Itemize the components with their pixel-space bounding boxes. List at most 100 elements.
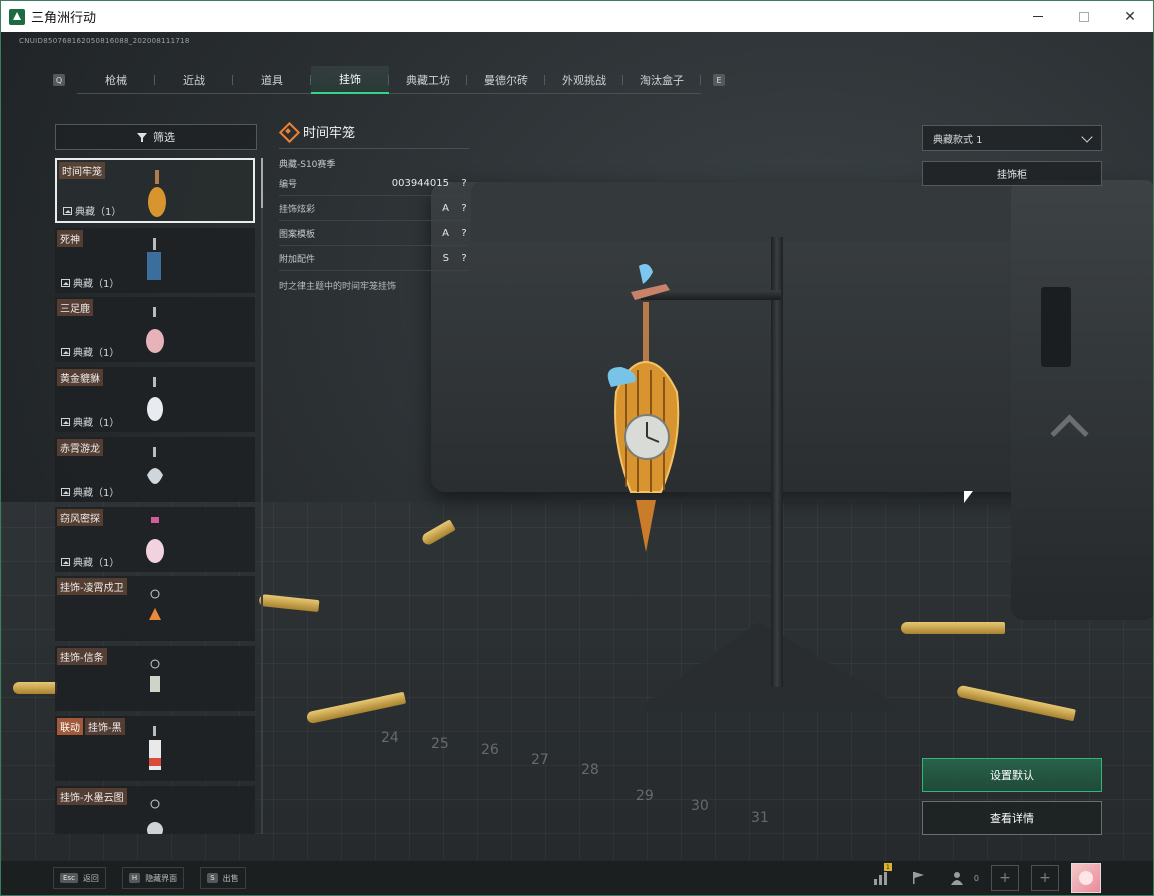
party-slot[interactable]: +	[991, 865, 1019, 891]
prop-value: 003944015	[391, 177, 449, 189]
divider	[279, 148, 469, 149]
time-cage-charm[interactable]	[591, 262, 701, 552]
item-name: 挂饰-黑	[85, 718, 125, 735]
list-item[interactable]: 黄金貔貅 典藏（1）	[55, 367, 255, 432]
item-name: 挂饰-信条	[57, 648, 107, 665]
item-thumbnail	[148, 170, 166, 217]
rarity-diamond-icon	[279, 122, 297, 140]
tab-prev-key[interactable]: Q	[53, 74, 65, 86]
list-item[interactable]: 赤霄游龙 典藏（1）	[55, 437, 255, 502]
tab-charms[interactable]: 挂饰	[311, 66, 389, 94]
list-item[interactable]: 挂饰-水墨云图	[55, 786, 255, 834]
bullet-casing	[13, 682, 57, 694]
ruler-number: 25	[431, 736, 449, 752]
minimize-icon	[1033, 16, 1043, 17]
help-icon[interactable]: ?	[459, 253, 469, 264]
item-name: 黄金貔貅	[57, 369, 103, 386]
detail-title: 时间牢笼	[303, 125, 356, 141]
item-thumbnail	[149, 726, 161, 770]
item-name: 挂饰-凌霄戍卫	[57, 578, 127, 595]
bar-chart-icon	[873, 872, 887, 885]
charm-cabinet-button[interactable]: 挂饰柜	[922, 161, 1102, 186]
ruler-number: 24	[381, 730, 399, 746]
maximize-button[interactable]	[1061, 1, 1107, 32]
item-rarity: 典藏（1）	[61, 414, 119, 429]
friends-icon	[950, 872, 963, 885]
bullet-casing	[901, 622, 1005, 634]
prop-value: A	[442, 227, 449, 239]
list-item[interactable]: 挂饰-凌霄戍卫	[55, 576, 255, 641]
list-item[interactable]: 时间牢笼 典藏（1）	[55, 158, 255, 223]
item-rarity: 典藏（1）	[61, 554, 119, 569]
item-name: 三足鹿	[57, 299, 93, 316]
maximize-icon	[1079, 11, 1089, 22]
help-icon[interactable]: ?	[459, 178, 469, 189]
prop-label: 图案模板	[279, 229, 316, 240]
tab-melee[interactable]: 近战	[155, 66, 233, 94]
mouse-cursor-icon	[964, 491, 973, 503]
detail-description: 时之律主题中的时间牢笼挂饰	[279, 282, 397, 292]
tab-mandel-brick[interactable]: 曼德尔砖	[467, 66, 545, 94]
prop-value: S	[442, 252, 449, 264]
hint-sell[interactable]: S 出售	[200, 867, 246, 889]
list-item[interactable]: 三足鹿 典藏（1）	[55, 297, 255, 362]
weapon-case-lid	[471, 182, 1031, 242]
close-button[interactable]: ✕	[1107, 1, 1153, 32]
tab-collection-workshop[interactable]: 典藏工坊	[389, 66, 467, 94]
plus-icon: +	[1039, 870, 1051, 886]
tab-next-key[interactable]: E	[713, 74, 725, 86]
prop-row-accessory: 附加配件 S ?	[279, 246, 469, 271]
hint-hide-ui[interactable]: H 隐藏界面	[121, 867, 185, 889]
list-item[interactable]: 窃风密探 典藏（1）	[55, 507, 255, 572]
ruler-number: 30	[691, 798, 709, 814]
close-icon: ✕	[1124, 8, 1136, 25]
hint-back[interactable]: Esc 返回	[53, 867, 106, 889]
list-scrollbar[interactable]	[261, 158, 263, 834]
scene-viewport[interactable]: 24 25 26 27 28 29 30 31 CNUID85076816205…	[1, 32, 1153, 895]
tab-appearance-challenge[interactable]: 外观挑战	[545, 66, 623, 94]
ruler-number: 29	[636, 788, 654, 804]
title-bar: 三角洲行动 ✕	[1, 1, 1153, 32]
avatar-face	[1079, 871, 1093, 885]
item-thumbnail	[147, 377, 163, 421]
player-uid: CNUID850768162050816088_202008111718	[19, 37, 190, 45]
chevron-down-icon	[1081, 131, 1093, 143]
avatar[interactable]	[1071, 863, 1101, 893]
filter-button[interactable]: 筛选	[55, 124, 257, 150]
party-slot[interactable]: +	[1031, 865, 1059, 891]
item-thumbnail	[146, 307, 164, 353]
item-thumbnail	[147, 238, 161, 280]
picture-icon	[61, 487, 70, 496]
list-item[interactable]: 死神 典藏（1）	[55, 228, 255, 293]
app-logo-icon	[9, 8, 25, 25]
case-latch	[1041, 287, 1071, 367]
bottom-right-controls: 1 0 + +	[868, 861, 1101, 895]
app-window: 三角洲行动 ✕ 24 25 26 27 28 29 30 31 CNUID850…	[0, 0, 1154, 896]
list-scroll-thumb[interactable]	[261, 158, 263, 208]
help-icon[interactable]: ?	[459, 228, 469, 239]
style-select[interactable]: 典藏款式 1	[922, 125, 1102, 151]
charm-list: 时间牢笼 典藏（1） 死神 典藏（1） 三足鹿 典藏（1） 黄金貔貅 典藏（1）…	[55, 158, 257, 834]
tab-firearms[interactable]: 枪械	[77, 66, 155, 94]
detail-header: 时间牢笼	[279, 118, 469, 144]
mat-ruler-numbers: 24 25 26 27 28 29 30 31	[381, 722, 821, 842]
prop-label: 附加配件	[279, 254, 316, 265]
help-icon[interactable]: ?	[459, 203, 469, 214]
tab-props[interactable]: 道具	[233, 66, 311, 94]
window-title: 三角洲行动	[31, 11, 97, 26]
stats-button[interactable]: 1	[868, 863, 894, 891]
stand-pole	[771, 237, 783, 687]
set-default-button[interactable]: 设置默认	[922, 758, 1102, 792]
picture-icon	[61, 417, 70, 426]
tab-elimination-box[interactable]: 淘汰盒子	[623, 66, 701, 94]
item-rarity: 典藏（1）	[61, 344, 119, 359]
rarity-label: 典藏（1）	[73, 279, 120, 290]
list-item[interactable]: 联动 挂饰-黑	[55, 716, 255, 781]
list-item[interactable]: 挂饰-信条	[55, 646, 255, 711]
flag-button[interactable]	[906, 865, 932, 891]
minimize-button[interactable]	[1015, 1, 1061, 32]
style-select-value: 典藏款式 1	[933, 134, 983, 146]
friends-button[interactable]	[944, 865, 970, 891]
view-details-button[interactable]: 查看详情	[922, 801, 1102, 835]
prop-row-pattern: 图案模板 A ?	[279, 221, 469, 246]
